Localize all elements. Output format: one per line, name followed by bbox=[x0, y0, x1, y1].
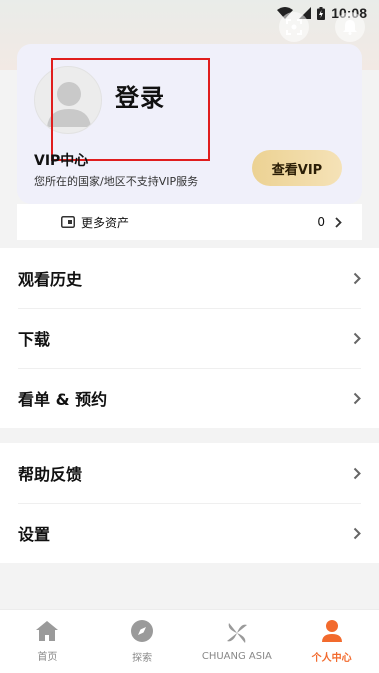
menu-item-label: 观看历史 bbox=[18, 270, 83, 289]
top-actions bbox=[279, 12, 365, 42]
more-assets-label: 更多资产 bbox=[81, 215, 130, 230]
highlight-box bbox=[51, 58, 210, 161]
nav-label: CHUANG ASIA bbox=[201, 651, 272, 662]
nav-label: 探索 bbox=[132, 653, 153, 664]
menu-item-label: 下载 bbox=[18, 330, 51, 349]
menu-group-media: 观看历史 下载 看单 & 预约 bbox=[0, 248, 379, 428]
notification-button[interactable] bbox=[335, 12, 365, 42]
menu-item-settings[interactable]: 设置 bbox=[0, 503, 379, 563]
person-icon bbox=[321, 620, 342, 642]
chevron-right-icon bbox=[353, 527, 361, 539]
assets-count: 0 bbox=[317, 215, 325, 229]
menu-item-download[interactable]: 下载 bbox=[0, 308, 379, 368]
wallet-icon bbox=[61, 216, 75, 228]
nav-profile[interactable]: 个人中心 bbox=[284, 610, 379, 673]
pinwheel-icon bbox=[226, 623, 247, 643]
menu-item-label: 设置 bbox=[18, 525, 51, 544]
menu-group-support: 帮助反馈 设置 bbox=[0, 443, 379, 563]
nav-explore[interactable]: 探索 bbox=[95, 610, 190, 673]
nav-label: 个人中心 bbox=[311, 653, 352, 664]
chevron-right-icon bbox=[353, 467, 361, 479]
menu-item-feedback[interactable]: 帮助反馈 bbox=[0, 443, 379, 503]
view-vip-button[interactable]: 查看VIP bbox=[252, 150, 342, 186]
scan-icon bbox=[286, 19, 302, 35]
nav-label: 首页 bbox=[37, 652, 58, 663]
compass-icon bbox=[131, 620, 154, 642]
more-assets-row[interactable]: 更多资产 0 bbox=[17, 204, 362, 240]
chevron-right-icon bbox=[353, 392, 361, 404]
menu-item-label: 帮助反馈 bbox=[18, 465, 83, 484]
nav-chuang-asia[interactable]: CHUANG ASIA bbox=[190, 610, 285, 673]
profile-card: 登录 VIP中心 您所在的国家/地区不支持VIP服务 查看VIP bbox=[17, 44, 362, 204]
chevron-right-icon bbox=[335, 216, 342, 228]
menu-item-history[interactable]: 观看历史 bbox=[0, 248, 379, 308]
chevron-right-icon bbox=[353, 332, 361, 344]
scan-button[interactable] bbox=[279, 12, 309, 42]
menu-item-label: 看单 & 预约 bbox=[18, 390, 108, 409]
home-icon bbox=[36, 621, 59, 641]
bottom-nav: 首页 探索 CHUANG ASIA 个人中心 bbox=[0, 609, 379, 673]
bell-icon bbox=[343, 20, 357, 35]
vip-unavailable-notice: 您所在的国家/地区不支持VIP服务 bbox=[34, 175, 199, 188]
vip-center-title: VIP中心 bbox=[34, 153, 89, 169]
menu-item-watchlist[interactable]: 看单 & 预约 bbox=[0, 368, 379, 428]
chevron-right-icon bbox=[353, 272, 361, 284]
nav-home[interactable]: 首页 bbox=[0, 610, 95, 673]
